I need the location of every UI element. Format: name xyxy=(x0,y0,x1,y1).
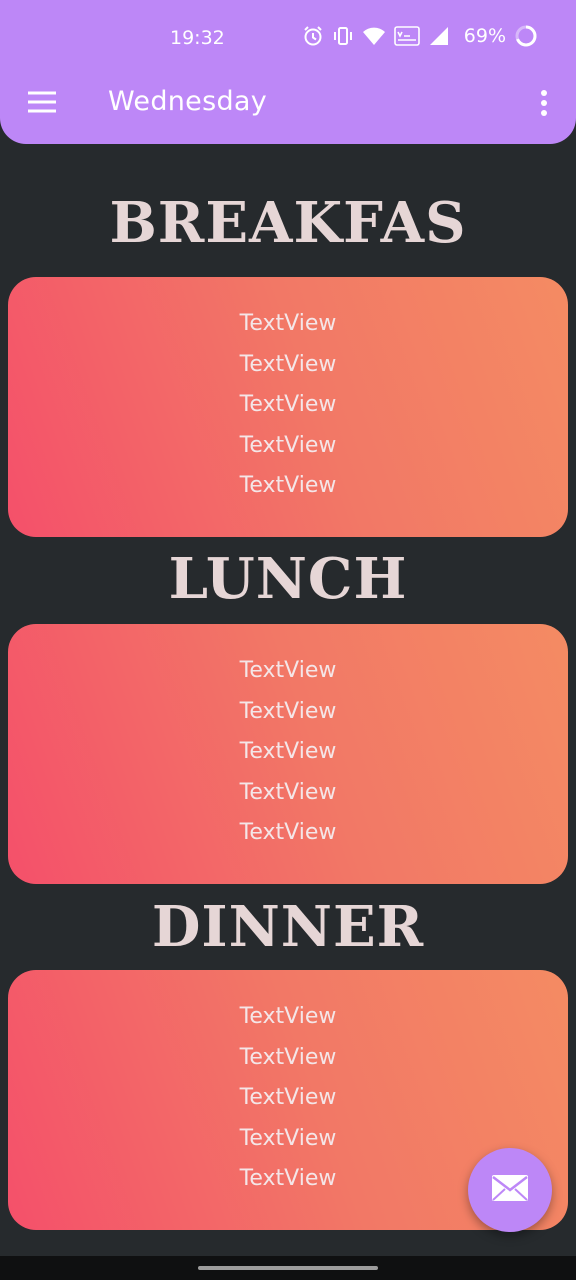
page-title: Wednesday xyxy=(108,86,268,117)
list-item: TextView xyxy=(239,1004,337,1029)
compose-mail-button[interactable] xyxy=(468,1148,552,1232)
battery-icon xyxy=(514,24,538,48)
list-item: TextView xyxy=(239,779,337,805)
section-title-breakfast: BREAKFAS xyxy=(109,190,467,256)
vibrate-icon xyxy=(332,25,354,47)
list-item: TextView xyxy=(239,698,337,724)
battery-percent: 69% xyxy=(463,25,506,47)
list-item: TextView xyxy=(239,432,337,458)
list-item: TextView xyxy=(239,1166,337,1191)
list-item: TextView xyxy=(239,1044,337,1070)
section-title-lunch: LUNCH xyxy=(168,546,408,612)
hamburger-menu-icon[interactable] xyxy=(26,88,58,116)
list-item: TextView xyxy=(239,311,337,336)
status-icons: 69% xyxy=(302,24,538,48)
list-item: TextView xyxy=(239,351,337,377)
list-item: TextView xyxy=(239,1085,337,1110)
list-item: TextView xyxy=(239,658,337,683)
alarm-icon xyxy=(302,25,324,47)
app-bar: 19:32 69% Wednesday xyxy=(0,0,576,144)
wifi-icon xyxy=(362,25,386,47)
more-vert-icon[interactable] xyxy=(534,88,554,118)
list-item: TextView xyxy=(239,392,337,417)
status-time: 19:32 xyxy=(170,27,225,49)
meal-card-breakfast[interactable]: TextView TextView TextView TextView Text… xyxy=(8,277,568,537)
list-item: TextView xyxy=(239,1125,337,1151)
list-item: TextView xyxy=(239,820,337,845)
meal-card-lunch[interactable]: TextView TextView TextView TextView Text… xyxy=(8,624,568,884)
signal-icon xyxy=(428,25,452,47)
home-gesture-handle[interactable] xyxy=(198,1266,378,1270)
section-title-dinner: DINNER xyxy=(151,894,425,960)
vowifi-icon xyxy=(393,25,420,47)
list-item: TextView xyxy=(239,739,337,764)
status-bar: 19:32 69% xyxy=(0,0,576,78)
mail-icon xyxy=(491,1174,529,1206)
system-nav-bar xyxy=(0,1256,576,1280)
list-item: TextView xyxy=(239,473,337,498)
